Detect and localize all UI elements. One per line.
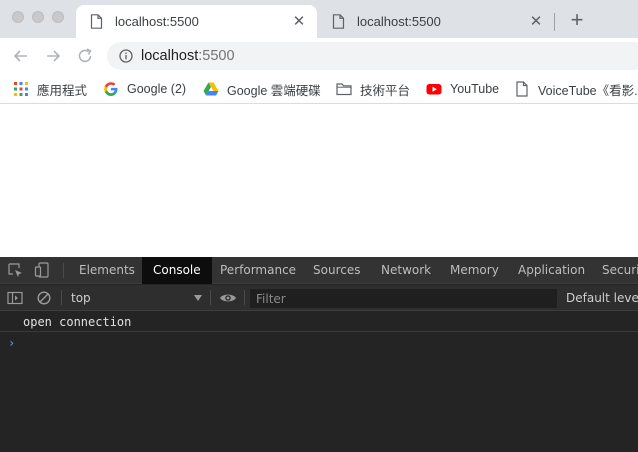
bookmark-label: 應用程式 xyxy=(37,83,88,98)
close-tab-icon[interactable]: ✕ xyxy=(528,13,544,30)
bookmark-google-drive[interactable]: Google 雲端硬碟 xyxy=(203,80,321,98)
bookmark-folder[interactable]: 技術平台 xyxy=(336,80,410,98)
tab-title: localhost:5500 xyxy=(357,14,441,29)
tab-title: localhost:5500 xyxy=(115,14,199,29)
devtools-tab-performance[interactable]: Performance xyxy=(209,257,307,284)
devtools-tab-memory[interactable]: Memory xyxy=(439,257,510,284)
document-icon xyxy=(332,14,345,29)
chevron-down-icon xyxy=(194,295,202,301)
url-host: localhost xyxy=(141,48,199,64)
youtube-icon xyxy=(426,84,442,95)
new-tab-button[interactable]: + xyxy=(566,9,588,31)
info-icon[interactable] xyxy=(119,49,133,63)
devtools-tab-bar: Elements Console Performance Sources Net… xyxy=(0,257,638,284)
console-output: open connection › xyxy=(0,312,638,452)
document-icon xyxy=(516,81,528,97)
devtools-tab-sources[interactable]: Sources xyxy=(302,257,371,284)
bookmark-google[interactable]: Google (2) xyxy=(103,80,186,98)
tab-strip: localhost:5500 ✕ localhost:5500 ✕ + xyxy=(0,0,638,38)
window-close-button[interactable] xyxy=(12,11,24,23)
bookmark-label: VoiceTube《看影... xyxy=(538,83,638,98)
devtools-panel: Elements Console Performance Sources Net… xyxy=(0,257,638,452)
google-icon xyxy=(104,82,118,96)
back-arrow-icon[interactable] xyxy=(11,46,31,66)
eye-icon[interactable] xyxy=(219,290,237,306)
inspect-element-icon[interactable] xyxy=(7,262,23,278)
folder-icon xyxy=(336,83,352,96)
window-maximize-button[interactable] xyxy=(52,11,64,23)
device-toolbar-icon[interactable] xyxy=(34,262,50,278)
tab-localhost[interactable]: localhost:5500 ✕ xyxy=(318,5,554,38)
bookmark-voicetube[interactable]: VoiceTube《看影... xyxy=(514,80,638,98)
toolbar-divider xyxy=(210,290,211,305)
bookmark-label: YouTube xyxy=(450,82,500,96)
bookmark-label: 技術平台 xyxy=(360,83,411,98)
sidebar-toggle-icon[interactable] xyxy=(7,290,23,306)
bookmark-apps[interactable]: 應用程式 xyxy=(13,80,87,98)
console-toolbar: top Default levels xyxy=(0,285,638,311)
bookmark-label: Google 雲端硬碟 xyxy=(227,83,321,98)
devtools-tab-application[interactable]: Application xyxy=(507,257,596,284)
url-port: :5500 xyxy=(198,48,235,64)
devtools-tab-network[interactable]: Network xyxy=(370,257,442,284)
browser-toolbar: localhost:5500 xyxy=(0,38,638,74)
context-label: top xyxy=(71,291,91,305)
log-levels-dropdown[interactable]: Default levels xyxy=(566,289,638,308)
address-bar[interactable]: localhost:5500 xyxy=(107,42,638,70)
google-drive-icon xyxy=(203,82,219,96)
bookmark-youtube[interactable]: YouTube xyxy=(426,80,499,98)
bookmarks-bar: 應用程式 Google (2) Google 雲端硬碟 技術平台 YouTube… xyxy=(0,74,638,104)
reload-icon[interactable] xyxy=(75,46,95,66)
apps-grid-icon xyxy=(14,82,28,96)
close-tab-icon[interactable]: ✕ xyxy=(291,13,307,30)
console-filter-input[interactable] xyxy=(250,289,557,308)
window-minimize-button[interactable] xyxy=(32,11,44,23)
context-selector[interactable]: top xyxy=(62,288,206,308)
bookmark-label: Google (2) xyxy=(127,82,187,96)
tab-localhost-active[interactable]: localhost:5500 ✕ xyxy=(76,5,317,38)
forward-arrow-icon[interactable] xyxy=(43,46,63,66)
clear-console-icon[interactable] xyxy=(36,290,52,306)
console-prompt-icon[interactable]: › xyxy=(8,337,18,349)
devtools-tab-security[interactable]: Security xyxy=(591,257,638,284)
devtools-tab-console[interactable]: Console xyxy=(142,257,212,284)
toolbar-divider xyxy=(244,290,245,305)
console-message: open connection xyxy=(0,312,638,332)
tab-separator xyxy=(554,13,555,31)
devtools-tab-elements[interactable]: Elements xyxy=(68,257,146,284)
page-viewport xyxy=(0,105,638,257)
toolbar-divider xyxy=(63,263,64,278)
document-icon xyxy=(90,14,103,29)
